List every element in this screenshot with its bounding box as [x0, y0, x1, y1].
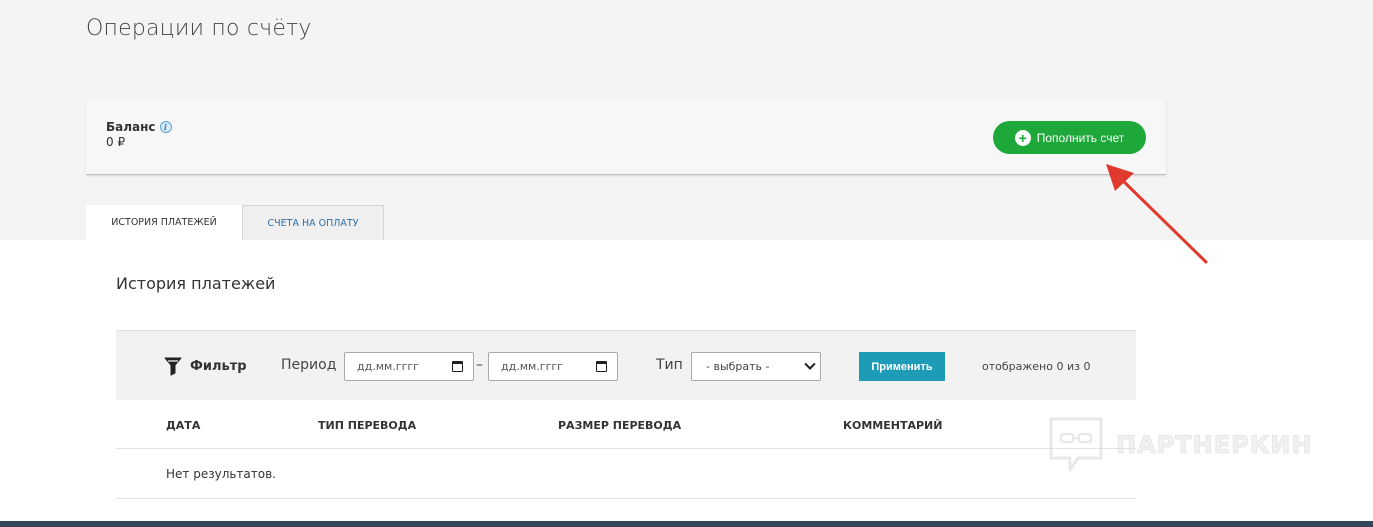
plus-circle-icon: +	[1014, 129, 1031, 146]
date-to-input[interactable]: дд.мм.гггг	[488, 352, 618, 381]
filter-toggle[interactable]: Фильтр	[164, 356, 247, 376]
column-header-type: ТИП ПЕРЕВОДА	[318, 419, 417, 432]
watermark: ПАРТНЕРКИН	[1048, 416, 1312, 474]
partnerkin-logo-icon	[1049, 417, 1103, 472]
empty-state-text: Нет результатов.	[166, 467, 276, 481]
filter-icon	[164, 357, 182, 376]
column-header-date: ДАТА	[166, 419, 201, 432]
period-label: Период	[281, 357, 337, 373]
table-bottom-divider	[116, 498, 1136, 499]
tabs: ИСТОРИЯ ПЛАТЕЖЕЙ СЧЕТА НА ОПЛАТУ	[86, 205, 384, 240]
tab-payment-history[interactable]: ИСТОРИЯ ПЛАТЕЖЕЙ	[86, 205, 242, 240]
page-title: Операции по счёту	[86, 16, 312, 41]
info-icon[interactable]: i	[159, 121, 172, 133]
type-select-value: - выбрать -	[706, 360, 770, 373]
date-range-separator: –	[476, 357, 483, 373]
filter-bar: Фильтр Период дд.мм.гггг – дд.мм.гггг Ти…	[116, 330, 1136, 400]
filter-label: Фильтр	[190, 358, 247, 374]
balance-value: 0 ₽	[106, 135, 126, 149]
watermark-text: ПАРТНЕРКИН	[1115, 431, 1313, 460]
type-select[interactable]: - выбрать -	[691, 352, 821, 381]
shown-count: отображено 0 из 0	[982, 360, 1091, 373]
date-from-placeholder: дд.мм.гггг	[357, 360, 419, 373]
tab-invoices[interactable]: СЧЕТА НА ОПЛАТУ	[242, 205, 384, 240]
column-header-comment: КОММЕНТАРИЙ	[843, 419, 943, 432]
column-header-amount: РАЗМЕР ПЕРЕВОДА	[558, 419, 682, 432]
chevron-down-icon	[804, 358, 816, 370]
date-to-placeholder: дд.мм.гггг	[501, 360, 563, 373]
footer-bar	[0, 521, 1373, 527]
apply-button[interactable]: Применить	[859, 352, 945, 381]
date-from-input[interactable]: дд.мм.гггг	[344, 352, 474, 381]
balance-card: Баланс i 0 ₽ + Пополнить счет	[86, 100, 1166, 175]
calendar-icon[interactable]	[452, 361, 463, 372]
section-title: История платежей	[116, 274, 276, 293]
calendar-icon[interactable]	[596, 361, 607, 372]
topup-account-button[interactable]: + Пополнить счет	[993, 121, 1146, 154]
topup-button-label: Пополнить счет	[1036, 130, 1125, 145]
table-header-divider	[116, 448, 1136, 449]
balance-label-row: Баланс i	[106, 120, 172, 134]
type-label: Тип	[656, 357, 683, 373]
balance-label: Баланс	[106, 120, 156, 134]
